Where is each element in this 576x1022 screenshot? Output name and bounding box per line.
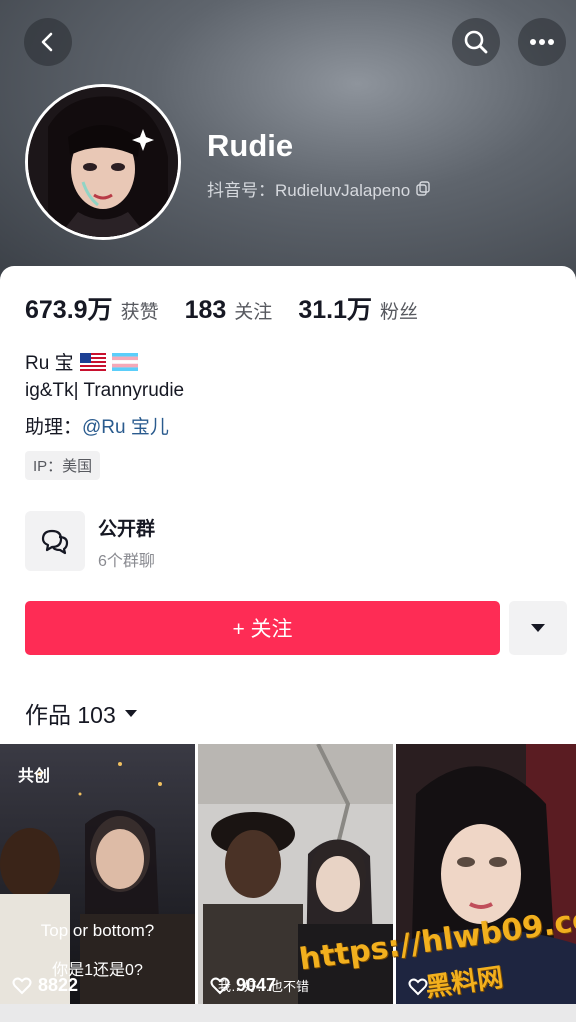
transgender-flag-icon [111,352,138,371]
caret-down-icon [531,624,545,632]
group-chat-count: 6个群聊 [98,553,155,570]
followers-count[interactable]: 31.1万 [298,290,372,326]
follow-button[interactable]: + 关注 [25,601,500,655]
group-chat-title[interactable]: 公开群 [98,514,155,541]
heart-icon [12,977,32,994]
following-label: 关注 [234,302,273,323]
video-caption: Top or bottom? [40,921,155,940]
followers-label: 粉丝 [379,302,418,323]
group-chat-entry[interactable] [25,511,85,571]
bio-line-3: 助理：@Ru 宝儿 [25,412,169,439]
works-label: 作品 103 [25,702,116,728]
likes-count[interactable]: 673.9万 [25,290,113,326]
us-flag-icon [79,352,106,371]
recommend-dropdown-button[interactable] [509,601,567,655]
video-likes-count: 8822 [38,975,79,995]
video-likes: 9047 [210,975,276,996]
douyin-id-text: 抖音号：RudieluvJalapeno [207,181,411,200]
video-thumbnail[interactable]: 共创 Top or bottom? 你是1还是0? 8822 [0,744,195,1008]
copy-icon[interactable] [416,181,431,196]
douyin-id: 抖音号：RudieluvJalapeno [207,176,431,201]
more-icon [530,39,554,45]
back-button[interactable] [24,18,72,66]
back-icon [41,32,53,52]
ip-location-tag: IP：美国 [25,451,101,480]
bio-line-2: ig&Tk| Trannyrudie [25,380,185,401]
search-button[interactable] [452,18,500,66]
assistant-mention-link[interactable]: @Ru 宝儿 [82,417,169,438]
bio-assistant-label: 助理： [25,417,83,438]
heart-icon [210,977,230,994]
likes-label: 获赞 [120,302,159,323]
next-row-thumbnails [0,1004,576,1022]
search-icon [464,30,488,54]
video-likes-count: 9047 [236,975,277,995]
avatar[interactable] [25,84,181,240]
more-options-button[interactable] [518,18,566,66]
stats-row: 673.9万 获赞 183 关注 31.1万 粉丝 [25,290,444,326]
works-tab[interactable]: 作品 103 [25,696,138,730]
bio-line-1: Ru 宝 [25,348,138,375]
video-likes: 8822 [12,975,78,996]
profile-nickname: Rudie [207,128,294,163]
caret-down-icon [124,709,137,717]
follow-button-label: + 关注 [232,618,293,641]
profile-header: Rudie 抖音号：RudieluvJalapeno [0,0,576,280]
avatar-illustration [28,87,178,237]
following-count[interactable]: 183 [185,296,227,325]
co-creation-badge: 共创 [18,768,51,785]
group-chat-icon [41,529,69,555]
profile-body: 673.9万 获赞 183 关注 31.1万 粉丝 Ru 宝 ig&Tk| Tr… [0,266,576,1022]
bio-name: Ru 宝 [25,353,74,374]
